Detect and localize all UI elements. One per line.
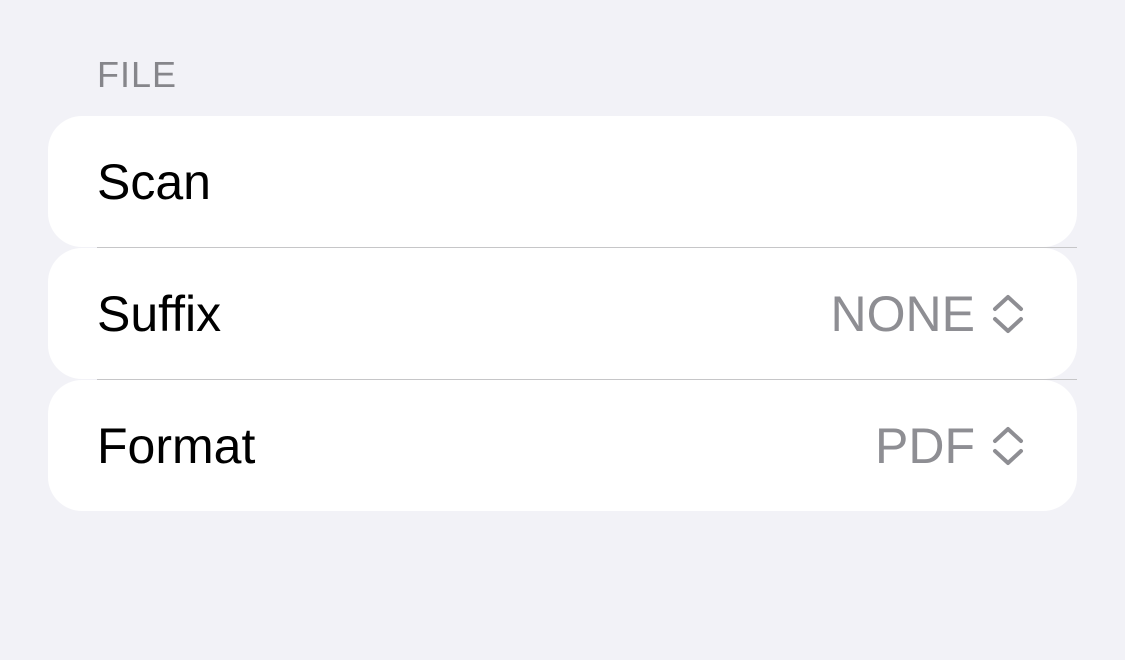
scan-label: Scan [97,153,211,210]
format-picker[interactable]: PDF [875,421,1025,471]
format-row[interactable]: Format PDF [48,380,1077,511]
format-value: PDF [875,417,975,474]
section-header-file: FILE [97,54,178,95]
chevron-up-down-icon [993,426,1023,465]
settings-page: FILE Scan Suffix NONE Format PDF [0,0,1125,660]
scan-row[interactable]: Scan [48,116,1077,247]
chevron-up-down-icon [993,294,1023,333]
suffix-row[interactable]: Suffix NONE [48,248,1077,379]
suffix-label: Suffix [97,285,222,342]
format-label: Format [97,417,256,474]
suffix-picker[interactable]: NONE [831,289,1025,339]
suffix-value: NONE [830,285,975,342]
